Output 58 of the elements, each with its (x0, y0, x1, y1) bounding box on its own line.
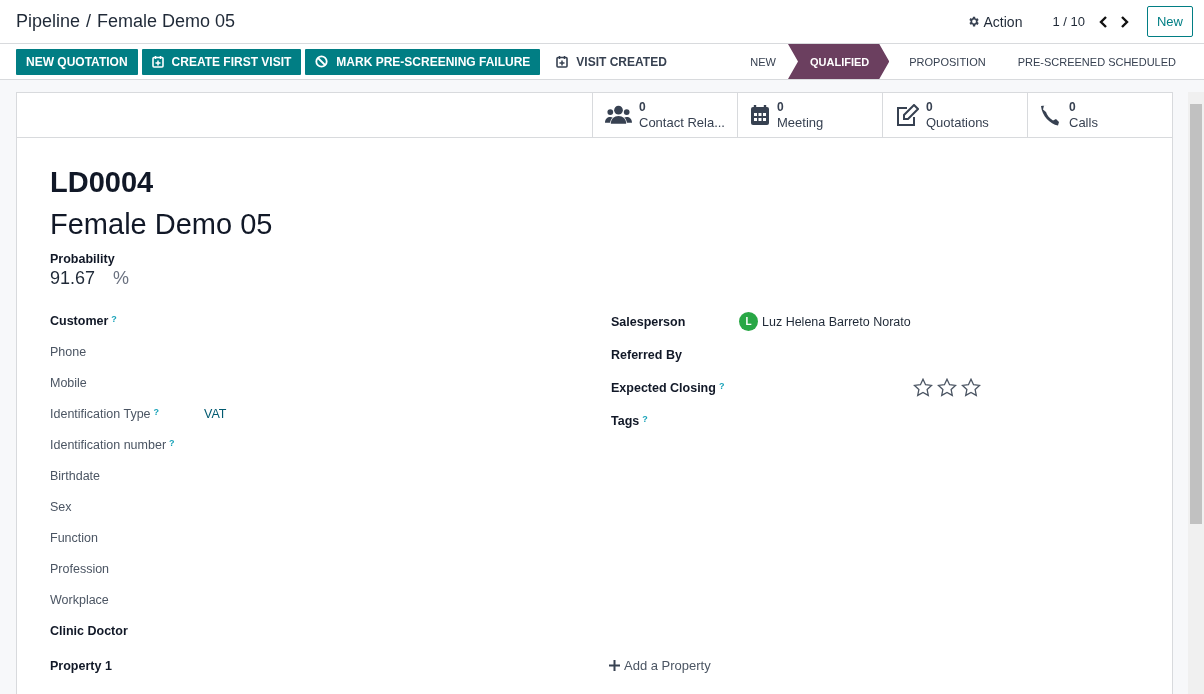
smart-button-count: 0 (777, 100, 785, 115)
field-label: Clinic Doctor (50, 623, 128, 638)
users-icon (605, 104, 632, 126)
field-label: Function (50, 530, 98, 545)
probability-value: 91.67 (50, 268, 96, 289)
phone-icon (1040, 104, 1062, 126)
add-property-button[interactable]: Add a Property (609, 658, 711, 673)
percent-sign: % (113, 268, 130, 289)
record-reference: LD0004 (50, 165, 155, 200)
field-label: Referred By (611, 347, 682, 362)
avatar-initial: L (739, 312, 758, 331)
smart-button-count: 0 (1069, 100, 1077, 115)
field-label: Mobile (50, 375, 87, 390)
status-button[interactable]: MARK PRE-SCREENING FAILURE (305, 48, 541, 75)
smart-button-count: 0 (639, 100, 647, 115)
breadcrumb-separator: / (86, 11, 92, 32)
calendar-plus-icon (556, 55, 569, 68)
plus-icon (609, 660, 620, 671)
new-button[interactable]: New (1147, 6, 1193, 37)
scrollbar-thumb[interactable] (1190, 104, 1202, 524)
previous-icon[interactable] (1099, 15, 1109, 28)
calendar-icon (750, 104, 770, 126)
field-value[interactable]: VAT (204, 406, 227, 421)
action-menu-button[interactable]: Action (966, 13, 1023, 30)
field-label: Tags (611, 413, 640, 428)
pager-value: 1 / 10 (1052, 14, 1085, 29)
ban-icon (315, 55, 329, 68)
star-icon[interactable] (913, 378, 933, 397)
smart-button-label: Contact Rela... (639, 115, 725, 130)
field-label: Customer (50, 313, 109, 328)
field-label: Salesperson (611, 314, 686, 329)
field-label: Identification number (50, 437, 167, 452)
star-icon[interactable] (937, 378, 957, 397)
probability-label: Probability (50, 252, 116, 266)
status-button[interactable]: CREATE FIRST VISIT (141, 48, 302, 75)
smart-button-label: Quotations (926, 115, 989, 130)
field-label: Profession (50, 561, 110, 576)
property-label: Property 1 (50, 658, 112, 673)
stage-step[interactable]: QUALIFIED (788, 44, 890, 79)
next-icon[interactable] (1119, 15, 1129, 28)
calendar-plus-icon (151, 55, 164, 68)
field-label: Expected Closing (611, 380, 716, 395)
breadcrumb-link[interactable]: Pipeline (16, 11, 81, 32)
field-label: Identification Type (50, 406, 151, 421)
star-icon[interactable] (961, 378, 981, 397)
field-label: Workplace (50, 592, 109, 607)
smart-button-count: 0 (926, 100, 934, 115)
field-label: Phone (50, 344, 87, 359)
status-button[interactable]: VISIT CREATED (546, 48, 677, 75)
record-title: Female Demo 05 (97, 11, 236, 32)
record-name: Female Demo 05 (50, 207, 274, 242)
smart-button-label: Calls (1069, 115, 1098, 130)
status-button[interactable]: NEW QUOTATION (16, 48, 138, 75)
edit-icon (895, 104, 919, 126)
salesperson-name[interactable]: Luz Helena Barreto Norato (762, 314, 911, 329)
field-label: Sex (50, 499, 72, 514)
smart-button-label: Meeting (777, 115, 824, 130)
field-label: Birthdate (50, 468, 101, 483)
